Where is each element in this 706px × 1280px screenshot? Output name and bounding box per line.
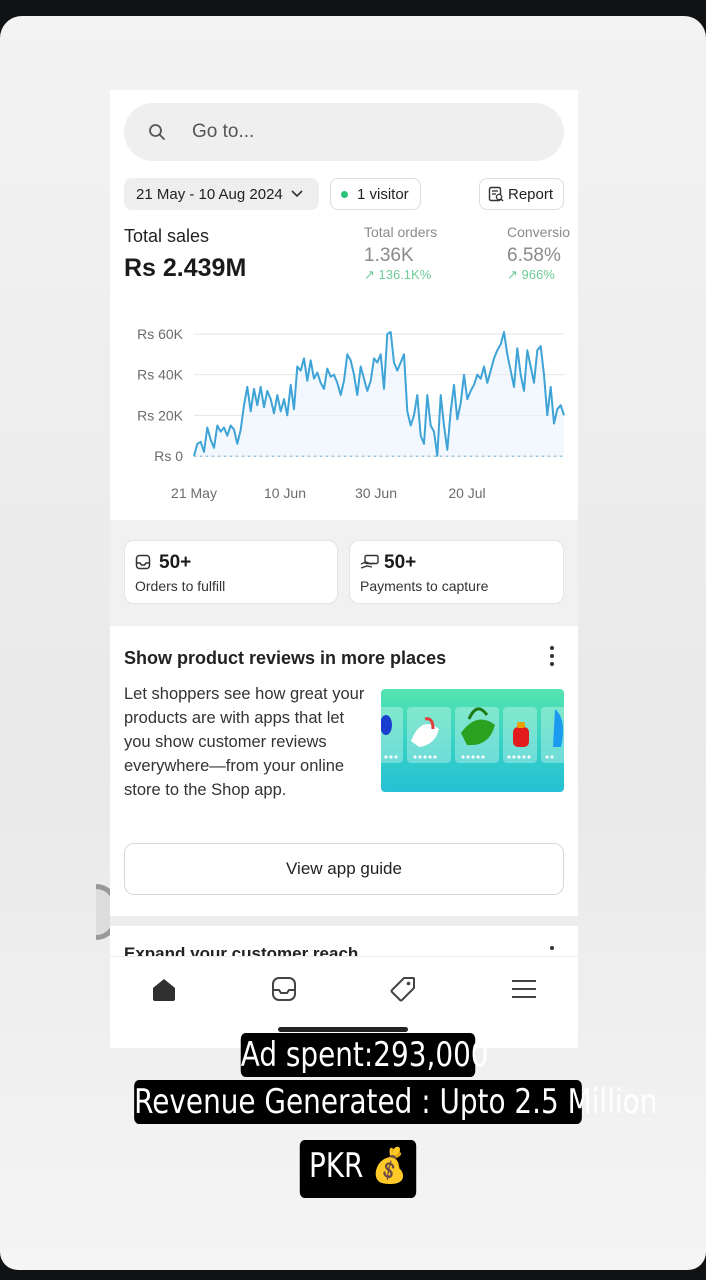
sales-series-area [194,332,564,456]
inbox-icon [135,554,151,570]
promo-description: Let shoppers see how great your products… [124,685,365,799]
total-sales-label: Total sales [124,226,210,246]
conversion-label: Conversio [507,224,571,240]
section-divider [110,916,578,926]
payments-to-capture-card[interactable]: 50+ Payments to capture [349,540,564,604]
orders-count: 50+ [159,552,192,573]
caption-revenue: Revenue Generated : Upto 2.5 Million [134,1080,658,1124]
live-dot-icon [341,190,348,198]
search-bar[interactable]: Go to... [124,103,564,161]
more-options-icon-2[interactable] [550,946,554,950]
conversion-value: 6.58% [507,245,561,266]
caption-ad-spent: Ad spent:293,000 [240,1033,489,1077]
orders-inbox-icon[interactable] [270,975,298,1003]
caption-currency: PKR 💰 [299,1140,417,1198]
report-button[interactable]: Report [479,178,564,210]
orders-label: Orders to fulfill [135,578,226,594]
search-placeholder: Go to... [192,121,255,142]
home-indicator [278,1027,408,1032]
orders-to-fulfill-card[interactable]: 50+ Orders to fulfill [124,540,338,604]
more-options-icon[interactable] [547,646,557,670]
date-range-label: 21 May - 10 Aug 2024 [136,185,283,203]
tag-icon[interactable] [389,975,417,1003]
x-tick-label: 20 Jul [448,485,485,501]
promo-title: Show product reviews in more places [124,648,447,668]
payments-label: Payments to capture [360,578,489,594]
y-tick-label: Rs 20K [137,407,184,423]
x-tick-label: 30 Jun [355,485,397,501]
report-icon [488,186,504,202]
total-orders-change: ↗ 136.1K% [364,267,432,282]
product-reviews-illustration [381,689,564,792]
home-icon[interactable] [150,975,178,1003]
sales-chart: Rs 60K Rs 40K Rs 20K Rs 0 21 May 10 Jun 30 Jun… [137,326,565,501]
view-app-guide-button[interactable]: View app guide [124,843,564,895]
payments-count: 50+ [384,552,417,573]
menu-icon[interactable] [510,975,538,1003]
y-tick-label: Rs 40K [137,367,184,383]
y-tick-label: Rs 0 [154,448,183,464]
total-orders-label: Total orders [364,224,438,240]
payment-hand-icon [360,554,379,569]
conversion-change: ↗ 966% [507,267,555,282]
app-screen: Go to... 21 May - 10 Aug 2024 1 visitor … [110,90,578,1048]
total-sales-value: Rs 2.439M [124,254,247,282]
x-tick-label: 10 Jun [264,485,306,501]
live-visitors-pill[interactable]: 1 visitor [330,178,421,210]
y-tick-label: Rs 60K [137,326,184,342]
date-range-selector[interactable]: 21 May - 10 Aug 2024 [124,178,319,210]
x-tick-label: 21 May [171,485,217,501]
total-orders-value: 1.36K [364,245,414,266]
search-icon [149,124,165,140]
visitor-count: 1 visitor [357,185,409,203]
chevron-down-icon [291,190,303,198]
report-label: Report [508,185,554,203]
